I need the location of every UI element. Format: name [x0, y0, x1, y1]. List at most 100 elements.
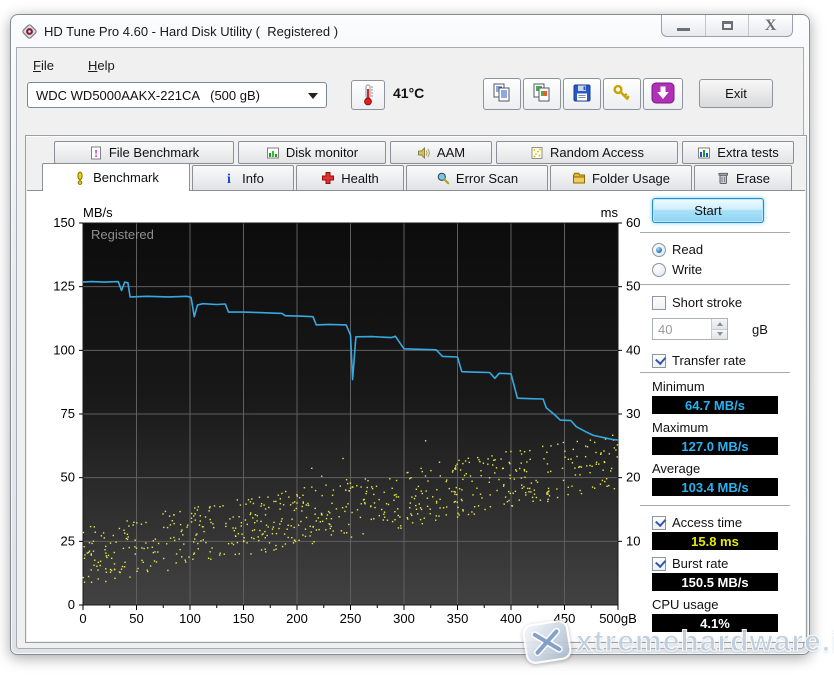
maximize-icon	[721, 21, 733, 30]
transfer-rate-label: Transfer rate	[672, 353, 746, 368]
tab-benchmark[interactable]: Benchmark	[42, 163, 190, 191]
svg-text:75: 75	[61, 406, 75, 421]
short-stroke-checkbox[interactable]	[652, 295, 666, 310]
tab-label: Error Scan	[455, 170, 519, 186]
separator	[640, 284, 790, 286]
menu-file[interactable]: File	[29, 56, 58, 75]
info-icon: i	[222, 171, 236, 187]
close-button[interactable]: X	[749, 15, 792, 36]
short-stroke-capacity-input[interactable]: 40	[652, 318, 728, 340]
copy-image-button[interactable]	[523, 78, 561, 110]
svg-text:40: 40	[626, 342, 640, 357]
read-radio[interactable]	[652, 242, 666, 257]
tab-folder-usage[interactable]: Folder Usage	[550, 165, 692, 190]
read-radio-label: Read	[672, 242, 704, 257]
options-button[interactable]	[603, 78, 641, 110]
svg-text:250: 250	[340, 611, 362, 626]
drive-select[interactable]: WDC WD5000AAKX-221CA (500 gB)	[27, 82, 327, 108]
download-button[interactable]	[643, 78, 683, 110]
tab-label: Info	[242, 170, 264, 186]
options-icon	[611, 83, 633, 106]
access-time-label: Access time	[672, 515, 743, 530]
svg-text:MB/s: MB/s	[83, 205, 113, 220]
drive-select-value: WDC WD5000AAKX-221CA (500 gB)	[36, 87, 260, 103]
tab-random-access[interactable]: Random Access	[496, 141, 678, 164]
disk-monitor-icon	[266, 146, 280, 160]
tab-label: Benchmark	[93, 170, 159, 185]
menu-help[interactable]: Help	[84, 56, 119, 75]
svg-text:350: 350	[447, 611, 469, 626]
short-stroke-label: Short stroke	[672, 295, 743, 310]
temperature-value: 41°C	[393, 85, 425, 101]
tab-label: Health	[341, 170, 379, 186]
svg-text:100: 100	[179, 611, 201, 626]
minimize-icon	[676, 28, 690, 31]
access-time-checkbox[interactable]	[652, 515, 666, 530]
minimize-button[interactable]	[662, 15, 706, 36]
start-button[interactable]: Start	[652, 198, 764, 223]
svg-text:150: 150	[53, 215, 75, 230]
svg-text:10: 10	[626, 533, 640, 548]
tab-info[interactable]: i Info	[192, 165, 294, 190]
tab-file-benchmark[interactable]: ! File Benchmark	[54, 141, 234, 164]
client-area: File Help WDC WD5000AAKX-221CA (500 gB) 4…	[16, 47, 807, 649]
svg-text:500gB: 500gB	[599, 611, 637, 626]
save-icon	[571, 83, 593, 106]
svg-text:i: i	[227, 172, 231, 185]
burst-rate-checkbox[interactable]	[652, 556, 666, 571]
separator	[640, 505, 790, 507]
write-radio[interactable]	[652, 262, 666, 277]
copy-image-icon	[531, 83, 553, 106]
transfer-rate-checkbox[interactable]	[652, 353, 666, 368]
maximum-value: 127.0 MB/s	[652, 437, 778, 455]
average-label: Average	[652, 461, 701, 476]
file-benchmark-icon: !	[89, 146, 103, 160]
maximize-button[interactable]	[706, 15, 750, 36]
spinner-up-button[interactable]	[711, 319, 727, 329]
svg-text:Registered: Registered	[91, 227, 154, 242]
toolbar: WDC WD5000AAKX-221CA (500 gB) 41°C Exit	[17, 76, 803, 122]
tab-extra-tests[interactable]: Extra tests	[682, 141, 794, 164]
svg-text:0: 0	[79, 611, 86, 626]
benchmark-icon	[73, 171, 87, 185]
close-icon: X	[764, 16, 777, 34]
extra-tests-icon	[697, 146, 711, 160]
maximum-label: Maximum	[652, 420, 709, 435]
svg-text:30: 30	[626, 406, 640, 421]
tab-health[interactable]: Health	[296, 165, 404, 190]
tab-error-scan[interactable]: Error Scan	[406, 165, 548, 190]
copy-text-icon	[491, 83, 513, 106]
tab-label: Random Access	[550, 145, 644, 160]
arrow-up-icon	[716, 321, 723, 326]
app-window: HD Tune Pro 4.60 - Hard Disk Utility ( R…	[10, 14, 810, 655]
copy-text-button[interactable]	[483, 78, 521, 110]
content-panel: ! File Benchmark Disk monitor AAM Random Acc…	[25, 135, 807, 643]
tab-label: Folder Usage	[591, 170, 671, 186]
app-icon	[22, 24, 37, 39]
temperature-button[interactable]	[351, 80, 385, 110]
save-button[interactable]	[563, 78, 601, 110]
tab-row-bottom: Benchmark i Info Health Error Scan Folder Usa…	[42, 163, 792, 191]
tab-label: Extra tests	[717, 145, 779, 160]
title-bar: HD Tune Pro 4.60 - Hard Disk Utility ( R…	[11, 15, 809, 47]
tab-erase[interactable]: Erase	[694, 165, 792, 190]
average-value: 103.4 MB/s	[652, 478, 778, 496]
folder-usage-icon	[572, 171, 586, 185]
svg-text:125: 125	[53, 279, 75, 294]
tab-aam[interactable]: AAM	[390, 141, 492, 164]
tab-disk-monitor[interactable]: Disk monitor	[238, 141, 386, 164]
erase-icon	[716, 171, 730, 185]
svg-text:60: 60	[626, 215, 640, 230]
svg-text:!: !	[94, 149, 97, 160]
benchmark-controls-panel: Start Read Write Short stroke 40 gB Tran…	[640, 195, 796, 632]
exit-button[interactable]: Exit	[699, 79, 773, 108]
error-scan-icon	[436, 171, 450, 185]
tab-label: AAM	[436, 145, 466, 160]
tab-row-top: ! File Benchmark Disk monitor AAM Random Acc…	[54, 141, 794, 164]
svg-text:450: 450	[554, 611, 576, 626]
svg-text:150: 150	[233, 611, 255, 626]
tab-label: Erase	[736, 170, 770, 186]
chevron-down-icon	[308, 93, 318, 99]
separator	[640, 372, 790, 374]
spinner-down-button[interactable]	[711, 328, 727, 339]
